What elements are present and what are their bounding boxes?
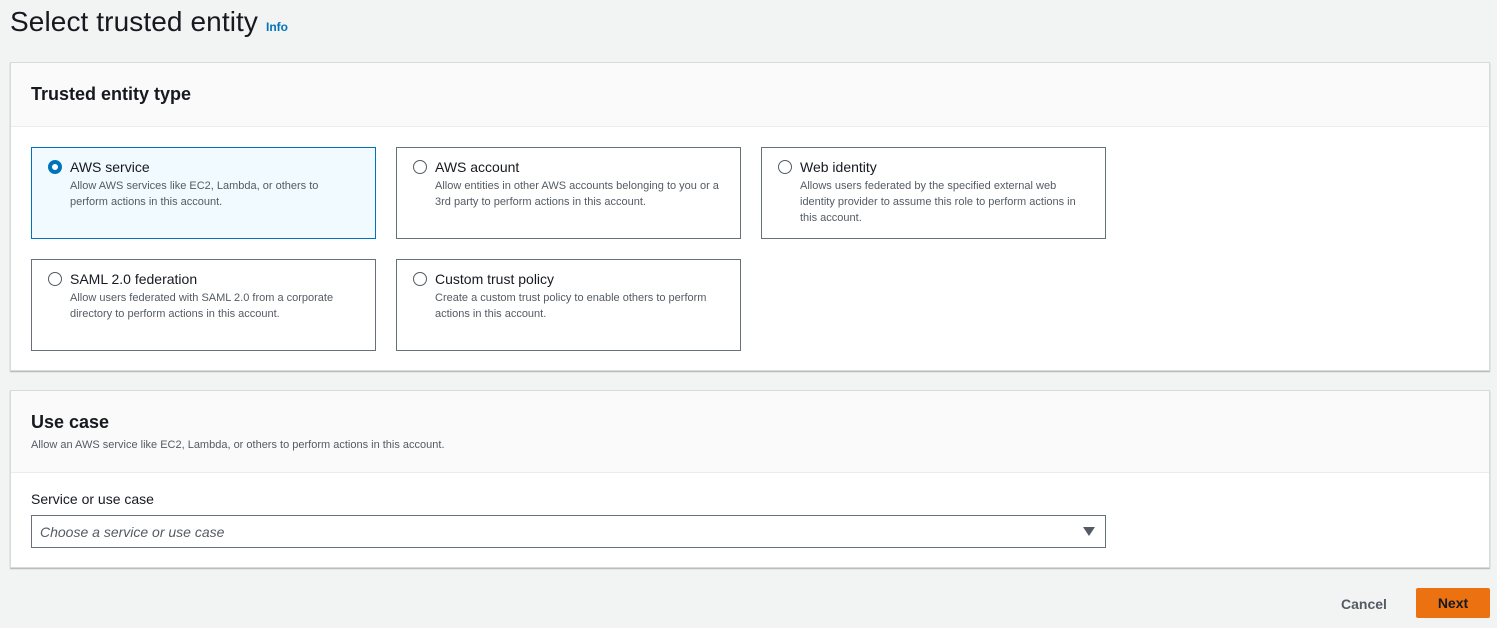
panel-title: Use case <box>31 412 110 432</box>
panel-header: Trusted entity type <box>11 63 1489 127</box>
tile-aws-account[interactable]: AWS account Allow entities in other AWS … <box>396 147 741 239</box>
radio-button-custom-trust-policy[interactable] <box>413 272 427 286</box>
next-button[interactable]: Next <box>1416 588 1490 618</box>
tile-saml-federation[interactable]: SAML 2.0 federation Allow users federate… <box>31 259 376 351</box>
tile-web-identity[interactable]: Web identity Allows users federated by t… <box>761 147 1106 239</box>
use-case-panel: Use case Allow an AWS service like EC2, … <box>10 390 1490 568</box>
caret-down-icon <box>1083 527 1095 536</box>
radio-button-web-identity[interactable] <box>778 160 792 174</box>
tile-description: Allow AWS services like EC2, Lambda, or … <box>70 180 319 208</box>
tile-title: Web identity <box>800 159 877 175</box>
select-placeholder: Choose a service or use case <box>40 523 225 540</box>
cancel-button[interactable]: Cancel <box>1328 589 1400 619</box>
info-link[interactable]: Info <box>266 20 288 34</box>
tile-description: Allow entities in other AWS accounts bel… <box>435 180 719 208</box>
service-field-label: Service or use case <box>31 491 154 507</box>
radio-button-aws-account[interactable] <box>413 160 427 174</box>
page-header: Select trusted entity Info <box>10 6 288 38</box>
tile-title: AWS service <box>70 159 150 175</box>
panel-title: Trusted entity type <box>31 84 192 104</box>
radio-button-aws-service[interactable] <box>48 160 62 174</box>
tile-title: SAML 2.0 federation <box>70 271 198 287</box>
page-title: Select trusted entity <box>10 6 259 37</box>
tile-custom-trust-policy[interactable]: Custom trust policy Create a custom trus… <box>396 259 741 351</box>
tile-description: Allows users federated by the specified … <box>800 180 1076 224</box>
service-use-case-select[interactable]: Choose a service or use case <box>31 515 1106 548</box>
trusted-entity-type-panel: Trusted entity type AWS service Allow AW… <box>10 62 1490 371</box>
tile-description: Allow users federated with SAML 2.0 from… <box>70 292 334 320</box>
panel-description: Allow an AWS service like EC2, Lambda, o… <box>31 439 445 451</box>
tile-title: Custom trust policy <box>435 271 555 287</box>
tile-description: Create a custom trust policy to enable o… <box>435 292 707 320</box>
tile-title: AWS account <box>435 159 520 175</box>
tile-aws-service[interactable]: AWS service Allow AWS services like EC2,… <box>31 147 376 239</box>
radio-button-saml-federation[interactable] <box>48 272 62 286</box>
panel-header: Use case Allow an AWS service like EC2, … <box>11 391 1489 473</box>
